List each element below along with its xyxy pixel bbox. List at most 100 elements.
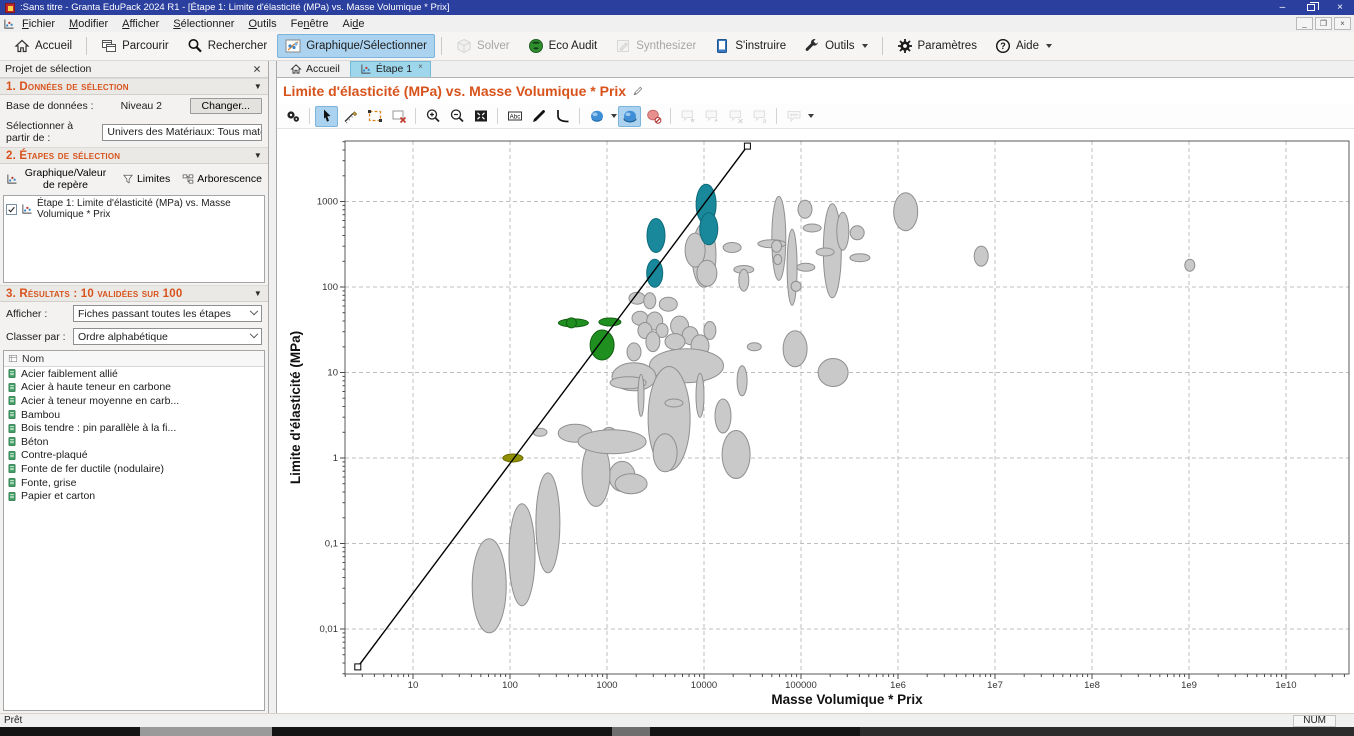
panel-close-icon[interactable] xyxy=(251,63,263,75)
clear-selection-button[interactable] xyxy=(387,106,410,127)
hide-failing-button[interactable] xyxy=(642,106,665,127)
add-callout-button[interactable]: ★ xyxy=(676,106,699,127)
mdi-minimize-icon[interactable]: _ xyxy=(1296,17,1313,30)
parcourir-button[interactable]: Parcourir xyxy=(93,34,177,58)
svg-text:1e9: 1e9 xyxy=(1181,680,1197,691)
toolbar-separator xyxy=(670,108,671,124)
eco-audit-icon xyxy=(528,38,544,54)
chevron-down-icon[interactable] xyxy=(611,114,617,118)
svg-text:1e6: 1e6 xyxy=(890,680,906,691)
outils-button[interactable]: Outils xyxy=(796,34,875,58)
zoom-out-button[interactable] xyxy=(445,106,468,127)
tab-etape-1[interactable]: Étape 1 × xyxy=(350,61,431,77)
callout-add-icon: ★ xyxy=(680,108,696,124)
chart-properties-button[interactable] xyxy=(281,106,304,127)
parametres-button[interactable]: Paramètres xyxy=(889,34,985,58)
restore-icon[interactable] xyxy=(1307,4,1315,11)
bubble-chart[interactable]: 101001000100001000001e61e71e81e91e101000… xyxy=(277,129,1353,714)
edit-title-icon[interactable] xyxy=(632,85,644,97)
remove-callout-button[interactable] xyxy=(724,106,747,127)
result-row-fonte-grise[interactable]: Fonte, grise xyxy=(4,476,264,490)
result-row-acier-faiblement-allie[interactable]: Acier faiblement allié xyxy=(4,367,264,381)
chart-title: Limite d'élasticité (MPa) vs. Masse Volu… xyxy=(283,83,626,99)
svg-text:100: 100 xyxy=(502,680,518,691)
solver-icon xyxy=(456,38,472,54)
highlight-passing-button[interactable] xyxy=(618,106,641,127)
collapse-caret-icon[interactable]: ▼ xyxy=(254,82,262,91)
callout-edit-icon xyxy=(704,108,720,124)
chevron-down-icon[interactable] xyxy=(808,114,814,118)
mdi-restore-icon[interactable]: ❐ xyxy=(1315,17,1332,30)
result-row-fonte-de-fer-ductile-nodulaire[interactable]: Fonte de fer ductile (nodulaire) xyxy=(4,462,264,476)
cursor-icon xyxy=(319,108,335,124)
taskbar-segment xyxy=(860,727,1354,736)
result-row-contre-plaque[interactable]: Contre-plaqué xyxy=(4,449,264,463)
bubbles-hide-icon xyxy=(646,108,662,124)
callout-all-icon: a xyxy=(752,108,768,124)
select-from-dropdown[interactable]: Univers des Matériaux: Tous matériaux xyxy=(102,124,262,141)
close-tab-icon[interactable]: × xyxy=(418,62,423,71)
stage-list-item[interactable]: Étape 1: Limite d'élasticité (MPa) vs. M… xyxy=(6,198,262,220)
bubble-display-menu-button[interactable] xyxy=(585,106,608,127)
material-record-icon xyxy=(7,395,17,406)
result-row-papier-et-carton[interactable]: Papier et carton xyxy=(4,489,264,503)
stage-checkbox[interactable] xyxy=(6,204,17,215)
draw-selection-line-button[interactable] xyxy=(339,106,362,127)
menu-fichier[interactable]: Fichier xyxy=(15,17,62,31)
section-selection-data[interactable]: 1. Données de sélection ▼ xyxy=(0,78,268,95)
zoom-in-button[interactable] xyxy=(421,106,444,127)
collapse-caret-icon[interactable]: ▼ xyxy=(254,289,262,298)
rechercher-button[interactable]: Rechercher xyxy=(179,34,275,58)
chevron-down-icon xyxy=(250,306,258,314)
menu-outils[interactable]: Outils xyxy=(241,17,283,31)
graphique-selectionner-button[interactable]: Graphique/Sélectionner xyxy=(277,34,435,58)
select-from-value: Univers des Matériaux: Tous matériaux xyxy=(107,126,262,138)
draw-curve-button[interactable] xyxy=(551,106,574,127)
close-icon[interactable]: × xyxy=(1337,3,1343,13)
mdi-close-icon[interactable]: × xyxy=(1334,17,1351,30)
menu-aide[interactable]: Aide xyxy=(336,17,372,31)
home-icon xyxy=(290,63,302,75)
edit-callout-button[interactable] xyxy=(700,106,723,127)
solver-button[interactable]: Solver xyxy=(448,34,518,58)
result-row-acier-a-haute-teneur-en-carbone[interactable]: Acier à haute teneur en carbone xyxy=(4,381,264,395)
aide-button[interactable]: ?Aide xyxy=(987,34,1060,58)
s-instruire-button[interactable]: S'instruire xyxy=(706,34,794,58)
result-row-beton[interactable]: Béton xyxy=(4,435,264,449)
new-tree-stage-button[interactable]: Arborescence xyxy=(182,173,262,185)
collapse-caret-icon[interactable]: ▼ xyxy=(254,151,262,160)
new-limit-stage-button[interactable]: Limites xyxy=(122,173,170,185)
results-list-header[interactable]: Nom xyxy=(4,351,264,367)
result-row-bambou[interactable]: Bambou xyxy=(4,408,264,422)
material-record-icon xyxy=(7,436,17,447)
sort-dropdown[interactable]: Ordre alphabétique xyxy=(73,328,262,345)
add-text-label-button[interactable]: Abc xyxy=(503,106,526,127)
section-selection-steps[interactable]: 2. Étapes de sélection ▼ xyxy=(0,147,268,164)
select-cursor-button[interactable] xyxy=(315,106,338,127)
select-from-row: Sélectionner à partir de : Univers des M… xyxy=(0,117,268,147)
menu-fenetre[interactable]: Fenêtre xyxy=(284,17,336,31)
label-all-button[interactable]: a xyxy=(748,106,771,127)
result-row-bois-tendre-pin-parallele-a-la-fi[interactable]: Bois tendre : pin parallèle à la fi... xyxy=(4,421,264,435)
box-selection-button[interactable] xyxy=(363,106,386,127)
eco-audit-button[interactable]: Eco Audit xyxy=(520,34,606,58)
autoscale-button[interactable] xyxy=(469,106,492,127)
synthesizer-button[interactable]: Synthesizer xyxy=(607,34,704,58)
draw-pen-button[interactable] xyxy=(527,106,550,127)
menu-selectionner[interactable]: Sélectionner xyxy=(166,17,241,31)
minimize-icon[interactable]: – xyxy=(1280,3,1286,13)
new-graph-stage-button[interactable]: Graphique/Valeur de repère xyxy=(6,167,110,191)
status-text: Prêt xyxy=(4,715,22,726)
change-database-button[interactable]: Changer... xyxy=(190,98,262,114)
chart-canvas[interactable]: 101001000100001000001e61e71e81e91e101000… xyxy=(277,129,1354,713)
result-row-acier-a-teneur-moyenne-en-carb[interactable]: Acier à teneur moyenne en carb... xyxy=(4,394,264,408)
tab-accueil[interactable]: Accueil xyxy=(280,61,350,77)
callout-options-button[interactable] xyxy=(782,106,805,127)
menu-afficher[interactable]: Afficher xyxy=(115,17,166,31)
learn-icon xyxy=(714,38,730,54)
section-results[interactable]: 3. Résultats : 10 validées sur 100 ▼ xyxy=(0,285,268,302)
show-dropdown[interactable]: Fiches passant toutes les étapes xyxy=(73,305,262,322)
menu-modifier[interactable]: Modifier xyxy=(62,17,115,31)
accueil-button[interactable]: Accueil xyxy=(6,34,80,58)
section-title: 2. Étapes de sélection xyxy=(6,150,120,162)
